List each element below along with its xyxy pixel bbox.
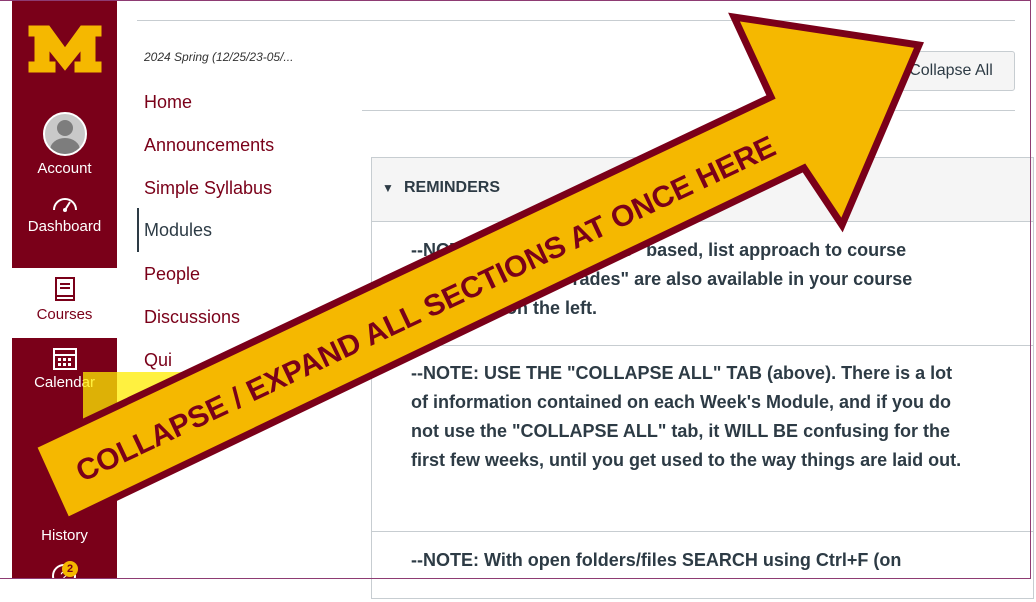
annotation-arrow: COLLAPSE / EXPAND ALL SECTIONS AT ONCE H… [28, 12, 924, 526]
annotation-text: COLLAPSE / EXPAND ALL SECTIONS AT ONCE H… [71, 130, 781, 489]
